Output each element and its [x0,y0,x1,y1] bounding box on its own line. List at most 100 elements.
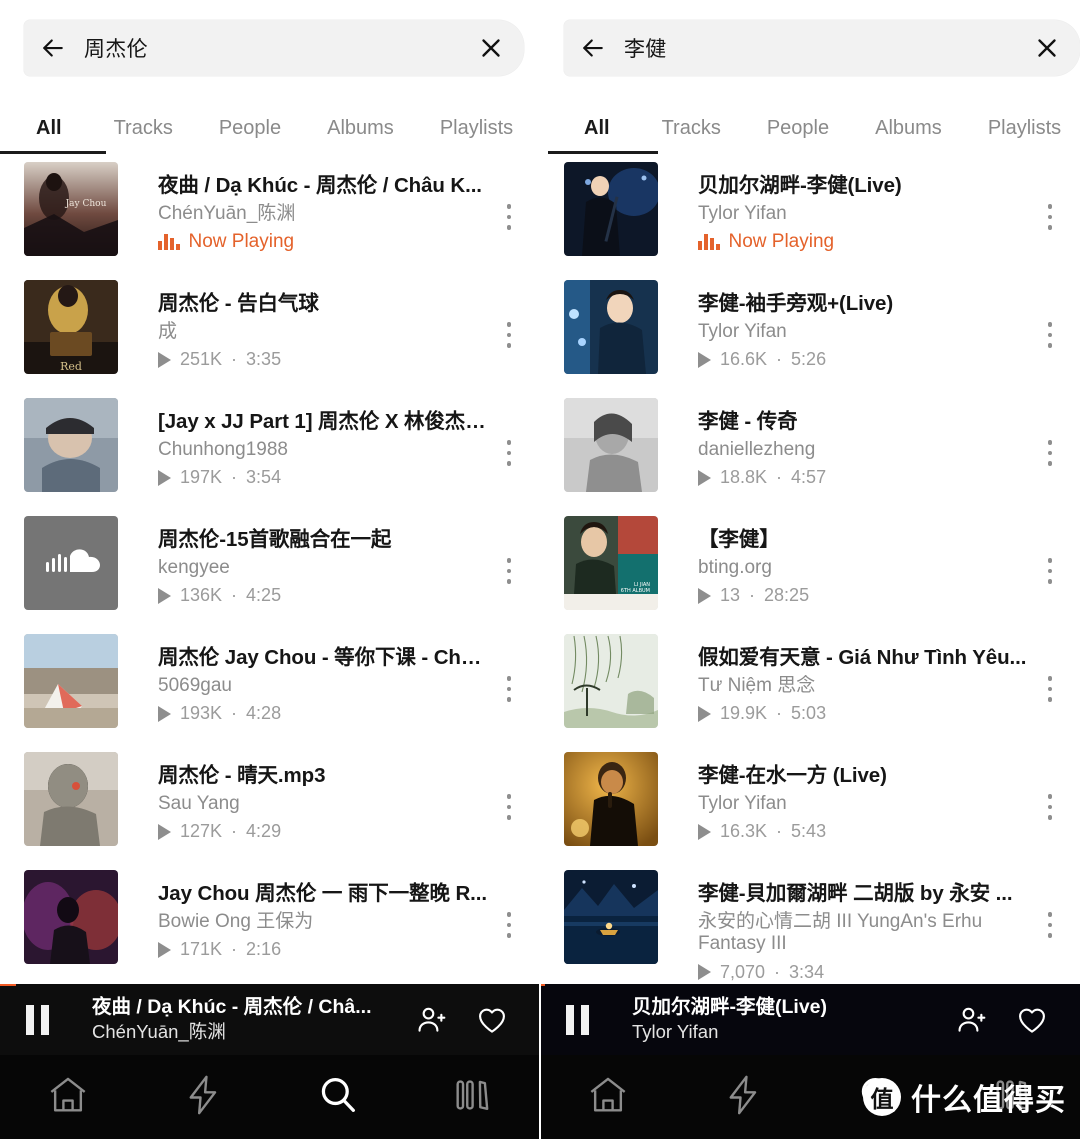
search-bar[interactable]: 李健 [564,20,1080,76]
close-icon[interactable] [1032,33,1062,63]
arrow-left-icon[interactable] [38,33,68,63]
more-options-icon[interactable] [491,649,527,729]
result-row[interactable]: Jay Chou 周杰伦 一 雨下一整晚 R... Bowie Ong 王保为 … [0,862,539,980]
equalizer-icon [698,234,720,251]
more-options-icon[interactable] [1032,767,1068,847]
more-options-icon[interactable] [491,885,527,965]
mini-player[interactable]: 夜曲 / Dạ Khúc - 周杰伦 / Châ... ChénYuān_陈渊 [0,984,539,1055]
track-artwork[interactable] [564,280,658,374]
tab-people[interactable]: People [767,117,829,154]
track-artwork[interactable] [564,752,658,846]
more-options-icon[interactable] [491,177,527,257]
result-row[interactable]: 周杰伦 - 晴天.mp3 Sau Yang 127K · 4:29 [0,744,539,862]
dual-screenshot-canvas: 周杰伦 All Tracks People Albums Playlists J… [0,0,1080,1139]
result-row[interactable]: 周杰伦 Jay Chou - 等你下课 - Chờ... 5069gau 193… [0,626,539,744]
more-options-icon[interactable] [1032,531,1068,611]
nav-feed-button[interactable] [148,1072,258,1123]
track-artwork[interactable] [564,870,658,964]
tab-tracks[interactable]: Tracks [114,117,173,154]
track-artwork[interactable] [24,516,118,610]
track-artwork[interactable] [564,398,658,492]
heart-icon[interactable] [1010,1003,1054,1037]
more-options-icon[interactable] [1032,413,1068,493]
track-uploader: daniellezheng [698,439,816,460]
tab-tracks[interactable]: Tracks [662,117,721,154]
track-artwork[interactable] [24,634,118,728]
track-artwork[interactable] [564,634,658,728]
add-user-icon[interactable] [950,1003,994,1037]
result-row[interactable]: 假如爱有天意 - Giá Như Tình Yêu... Tư Niệm 思念 … [540,626,1080,744]
more-options-icon[interactable] [491,531,527,611]
result-row[interactable]: Jay Chou 夜曲 / Dạ Khúc - 周杰伦 / Châu K... … [0,154,539,272]
result-row[interactable]: 李健-袖手旁观+(Live) Tylor Yifan 16.6K · 5:26 [540,272,1080,390]
track-artwork[interactable] [24,398,118,492]
result-row[interactable]: LI JIAN 6TH ALBUM 【李健】 bting.org 13 · 28… [540,508,1080,626]
result-row[interactable]: 贝加尔湖畔-李健(Live) Tylor Yifan Now Playing [540,154,1080,272]
track-duration: 28:25 [764,585,810,606]
tab-albums[interactable]: Albums [875,117,942,154]
track-meta: 李健 - 传奇 daniellezheng 18.8K · 4:57 [698,398,1032,488]
search-input[interactable]: 周杰伦 [84,33,476,63]
playback-progress-bar [0,984,17,986]
nav-feed-button[interactable] [688,1072,798,1123]
track-artwork[interactable] [564,162,658,256]
track-meta: 周杰伦 Jay Chou - 等你下课 - Chờ... 5069gau 193… [158,634,491,724]
nav-home-button[interactable] [13,1072,123,1123]
track-artwork[interactable]: LI JIAN 6TH ALBUM [564,516,658,610]
nav-search-button[interactable] [283,1072,393,1123]
bottom-navigation-bar [0,1055,539,1139]
more-options-icon[interactable] [1032,885,1068,965]
more-options-icon[interactable] [1032,649,1068,729]
track-artwork[interactable] [24,870,118,964]
more-options-icon[interactable] [1032,295,1068,375]
arrow-left-icon[interactable] [578,33,608,63]
library-icon [450,1072,496,1123]
result-row[interactable]: Red 周杰伦 - 告白气球 成 251K · 3:35 [0,272,539,390]
more-options-icon[interactable] [1032,177,1068,257]
more-options-icon[interactable] [491,295,527,375]
pause-icon[interactable] [566,1004,610,1035]
add-user-icon[interactable] [410,1003,454,1037]
now-playing-status: Now Playing [698,231,1032,253]
track-title: 贝加尔湖畔-李健(Live) [698,174,902,197]
lightning-icon [720,1072,766,1123]
track-title: 李健-在水一方 (Live) [698,764,887,787]
play-count: 16.6K [720,349,768,370]
tab-albums[interactable]: Albums [327,117,394,154]
more-options-icon[interactable] [491,767,527,847]
result-row[interactable]: 周杰伦-15首歌融合在一起 kengyee 136K · 4:25 [0,508,539,626]
track-artwork[interactable] [24,752,118,846]
nav-library-button[interactable] [418,1072,528,1123]
stats-separator: · [774,961,781,982]
result-row[interactable]: [Jay x JJ Part 1] 周杰伦 X 林俊杰 -... Chunhon… [0,390,539,508]
search-filter-tabs: All Tracks People Albums Playlists [0,94,539,154]
tab-all[interactable]: All [36,117,62,154]
stats-separator: · [231,703,238,724]
tab-people[interactable]: People [219,117,281,154]
tab-all[interactable]: All [584,117,610,154]
heart-icon[interactable] [470,1003,514,1037]
close-icon[interactable] [476,33,506,63]
track-duration: 2:16 [246,939,282,960]
track-duration: 3:54 [246,467,282,488]
track-stats: 193K · 4:28 [158,703,491,724]
result-row[interactable]: 李健-貝加爾湖畔 二胡版 by 永安 ... 永安的心情二胡 III YungA… [540,862,1080,983]
tab-playlists[interactable]: Playlists [988,117,1061,154]
mini-player[interactable]: 贝加尔湖畔-李健(Live) Tylor Yifan [540,984,1080,1055]
more-options-icon[interactable] [491,413,527,493]
now-playing-label: Now Playing [728,231,835,253]
track-uploader: Tư Niệm 思念 [698,675,816,696]
search-input[interactable]: 李健 [624,33,1032,63]
pause-icon[interactable] [26,1004,70,1035]
nav-home-button[interactable] [553,1072,663,1123]
track-artwork[interactable]: Jay Chou [24,162,118,256]
result-row[interactable]: 李健-在水一方 (Live) Tylor Yifan 16.3K · 5:43 [540,744,1080,862]
search-bar[interactable]: 周杰伦 [24,20,524,76]
track-artwork[interactable]: Red [24,280,118,374]
phone-screenshot-left: 周杰伦 All Tracks People Albums Playlists J… [0,0,540,1139]
track-meta: 李健-貝加爾湖畔 二胡版 by 永安 ... 永安的心情二胡 III YungA… [698,870,1032,983]
track-title: 夜曲 / Dạ Khúc - 周杰伦 / Châu K... [158,174,482,197]
tab-playlists[interactable]: Playlists [440,117,513,154]
play-count-icon [698,705,711,722]
result-row[interactable]: 李健 - 传奇 daniellezheng 18.8K · 4:57 [540,390,1080,508]
